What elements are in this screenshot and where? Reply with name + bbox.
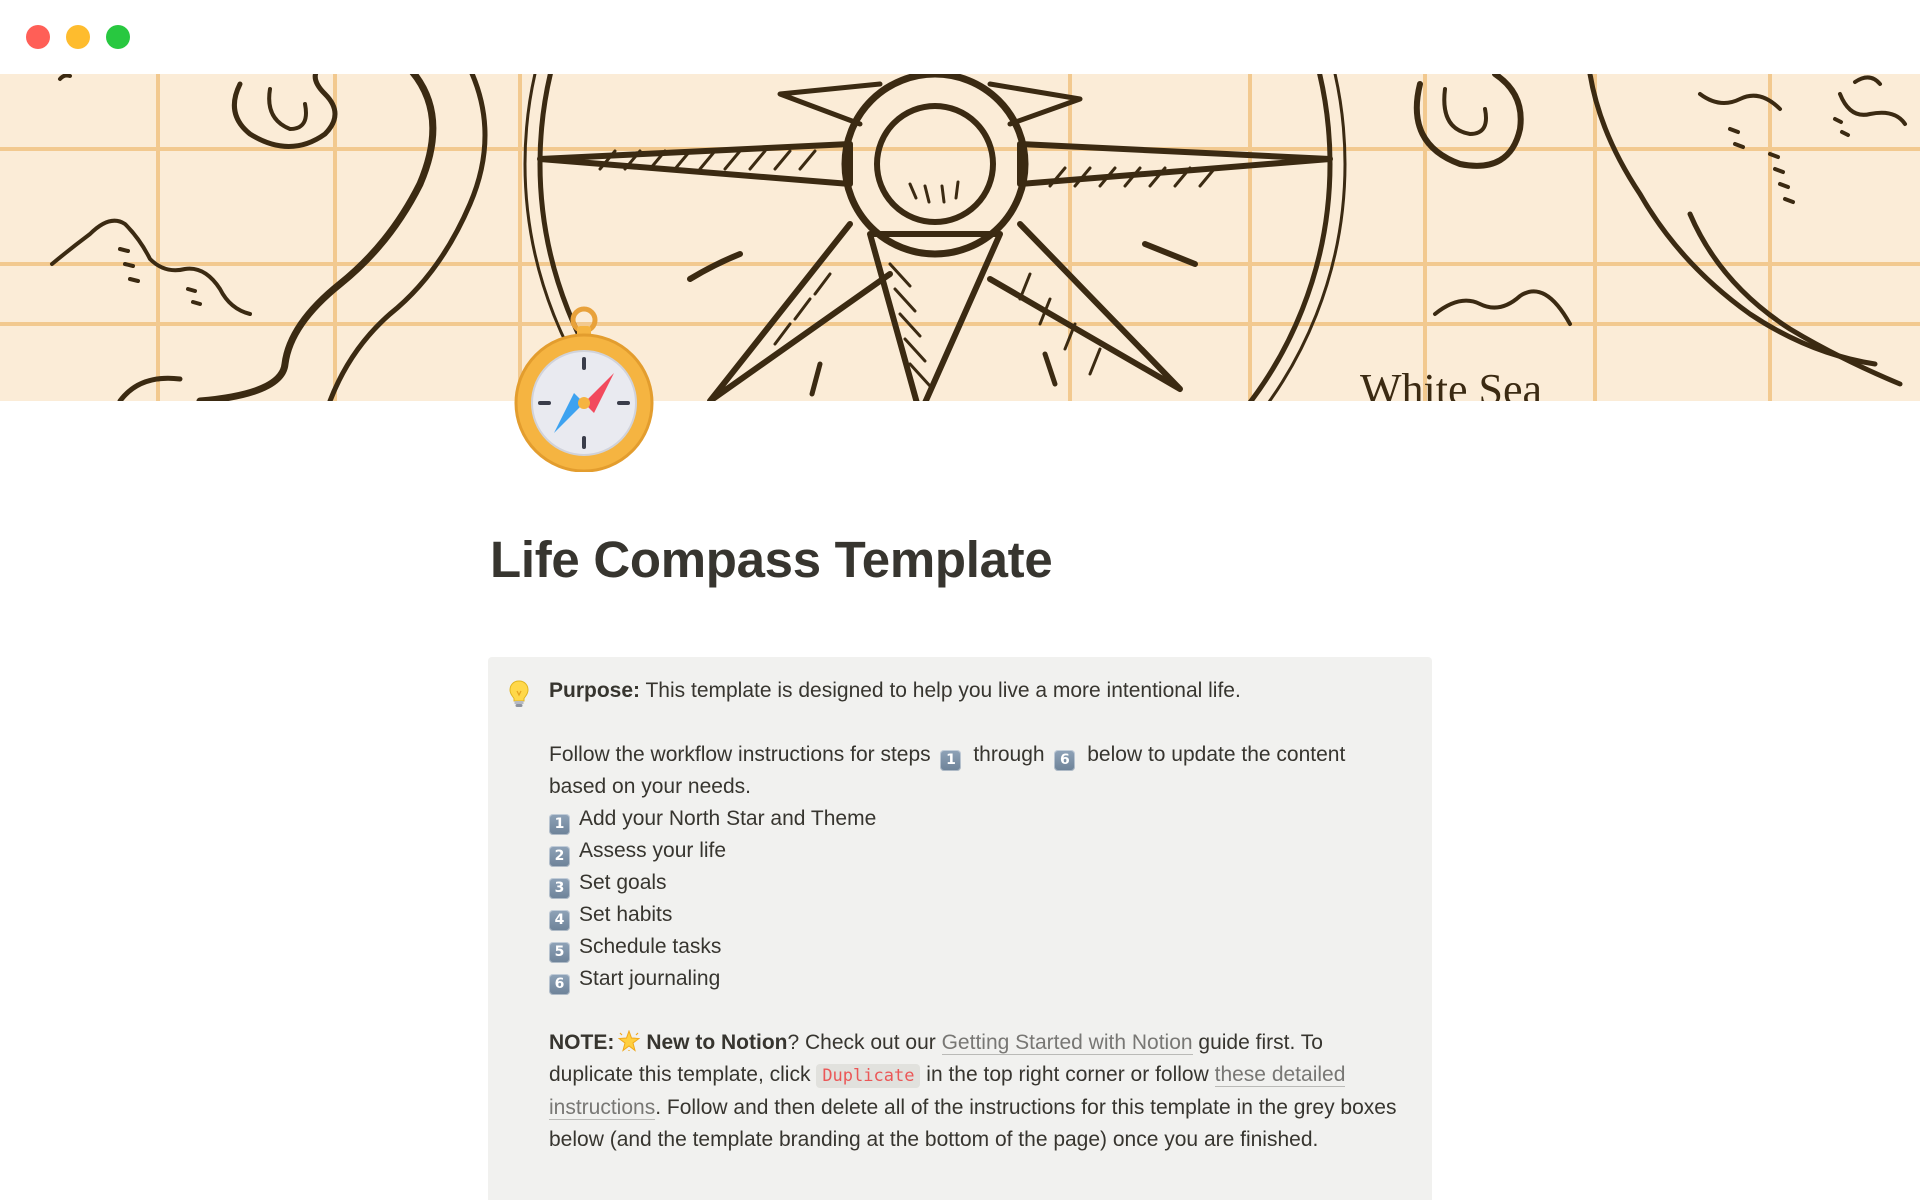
step-item: 2 Assess your life bbox=[549, 835, 1399, 867]
note-text-4: . Follow and then delete all of the inst… bbox=[549, 1096, 1397, 1151]
note-text-3: in the top right corner or follow bbox=[926, 1063, 1209, 1086]
keycap-icon: 5 bbox=[549, 942, 570, 963]
step-item: 6 Start journaling bbox=[549, 963, 1399, 995]
step-item: 1 Add your North Star and Theme bbox=[549, 803, 1399, 835]
purpose-text: This template is designed to help you li… bbox=[645, 679, 1241, 702]
keycap-icon: 6 bbox=[549, 974, 570, 995]
close-window-button[interactable] bbox=[26, 25, 50, 49]
workflow-intro-prefix: Follow the workflow instructions for ste… bbox=[549, 743, 931, 766]
compass-icon[interactable] bbox=[512, 302, 656, 472]
note-label: NOTE: bbox=[549, 1031, 615, 1054]
callout-content: Purpose: This template is designed to he… bbox=[549, 675, 1399, 1156]
zoom-window-button[interactable] bbox=[106, 25, 130, 49]
page-cover-image[interactable]: White Sea bbox=[0, 74, 1920, 401]
step-label: Set habits bbox=[579, 903, 673, 926]
app-window: White Sea Life Compass Template Purpose:… bbox=[0, 0, 1920, 1200]
compass-rose-map-illustration: White Sea bbox=[0, 74, 1920, 401]
keycap-icon: 1 bbox=[549, 814, 570, 835]
step-item: 4 Set habits bbox=[549, 899, 1399, 931]
minimize-window-button[interactable] bbox=[66, 25, 90, 49]
step-item: 5 Schedule tasks bbox=[549, 931, 1399, 963]
cover-map-label: White Sea bbox=[1360, 365, 1542, 401]
step-label: Assess your life bbox=[579, 839, 727, 862]
step-label: Add your North Star and Theme bbox=[579, 807, 877, 830]
workflow-intro-paragraph: Follow the workflow instructions for ste… bbox=[549, 739, 1399, 803]
callout-block[interactable]: Purpose: This template is designed to he… bbox=[488, 657, 1432, 1200]
page-title[interactable]: Life Compass Template bbox=[490, 530, 1053, 589]
getting-started-link[interactable]: Getting Started with Notion bbox=[941, 1031, 1193, 1055]
new-to-notion-label: New to Notion bbox=[646, 1031, 788, 1054]
keycap-icon: 4 bbox=[549, 910, 570, 931]
note-paragraph: NOTE: New to Notion? Check out our Gettin… bbox=[549, 1027, 1399, 1156]
keycap-6-icon: 6 bbox=[1054, 750, 1076, 771]
step-item: 3 Set goals bbox=[549, 867, 1399, 899]
step-label: Start journaling bbox=[579, 967, 721, 990]
steps-list: 1 Add your North Star and Theme 2 Assess y… bbox=[549, 803, 1399, 995]
keycap-1-icon: 1 bbox=[940, 750, 962, 771]
title-bar bbox=[0, 0, 1920, 74]
lightbulb-icon[interactable] bbox=[508, 679, 530, 709]
keycap-icon: 2 bbox=[549, 846, 570, 867]
step-label: Set goals bbox=[579, 871, 667, 894]
glowing-star-icon bbox=[618, 1030, 641, 1052]
workflow-intro-middle: through bbox=[973, 743, 1045, 766]
note-text-1: ? Check out our bbox=[787, 1031, 936, 1054]
purpose-label: Purpose: bbox=[549, 679, 641, 702]
step-label: Schedule tasks bbox=[579, 935, 722, 958]
purpose-paragraph: Purpose: This template is designed to he… bbox=[549, 675, 1399, 707]
keycap-icon: 3 bbox=[549, 878, 570, 899]
duplicate-inline-code: Duplicate bbox=[816, 1064, 921, 1088]
